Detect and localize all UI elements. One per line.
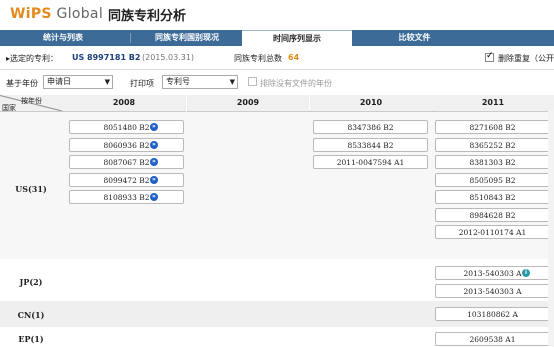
patent-entry[interactable]: 8271608 B2 — [435, 120, 550, 134]
print-item-label: 打印项 — [130, 79, 154, 88]
tab-time-series[interactable]: 时间序列显示 — [242, 30, 352, 46]
patent-entry[interactable]: 103180862 A — [435, 307, 550, 321]
selected-patent-bar: ▸选定的专利： US 8997181 B2 (2015.03.31) 同族专利总… — [0, 47, 554, 70]
year-basis-select[interactable]: 申请日 ▼ — [43, 75, 113, 89]
patent-number: 8510843 B2 — [469, 193, 516, 202]
patent-number: 2013-540303 A — [463, 269, 522, 278]
print-item-select[interactable]: 专利号 ▼ — [162, 75, 238, 89]
vertical-scrollbar[interactable] — [548, 111, 554, 347]
patent-entry[interactable]: 8533844 B2 — [313, 138, 428, 152]
wips-logo: WiPS Global — [10, 6, 103, 22]
patent-number: 8108933 B2 — [103, 193, 150, 202]
print-item-value: 专利号 — [166, 77, 190, 86]
patent-number: 2609538 A1 — [469, 335, 516, 344]
patent-entry[interactable]: 8347386 B2 — [313, 120, 428, 134]
logo-prefix: WiPS — [10, 6, 52, 22]
patent-number: 8087067 B2 — [103, 158, 150, 167]
tab-separator — [130, 33, 131, 43]
time-series-grid: 按年份 国家 2008 2009 2010 2011 US(31) JP(2) … — [0, 95, 554, 347]
patent-entry[interactable]: 8087067 B2 — [69, 155, 184, 169]
patent-number: 8381303 B2 — [469, 158, 516, 167]
dedupe-checkbox[interactable] — [485, 51, 494, 62]
family-total-label: 同族专利总数 — [234, 54, 282, 63]
link-arrow-icon[interactable]: » — [150, 158, 158, 166]
patent-entry[interactable]: 8099472 B2 — [69, 173, 184, 187]
patent-number: 8051480 B2 — [103, 123, 150, 132]
tab-family-country[interactable]: 同族专利国别现况 — [132, 30, 242, 46]
patent-entry[interactable]: 8060936 B2 — [69, 138, 184, 152]
year-basis-label: 基于年份 — [6, 79, 38, 88]
patent-entry[interactable]: 8505095 B2 — [435, 173, 550, 187]
family-total-count: 64 — [288, 53, 300, 62]
patent-entry[interactable]: 8108933 B2 — [69, 190, 184, 204]
selected-patent-date: (2015.03.31) — [142, 53, 195, 62]
link-arrow-icon[interactable]: » — [150, 123, 158, 131]
grid-corner: 按年份 国家 — [0, 95, 62, 112]
year-basis-value: 申请日 — [47, 77, 71, 86]
patent-entry[interactable]: 8984628 B2 — [435, 208, 550, 222]
year-header-2011: 2011 — [432, 95, 554, 112]
filter-bar: 基于年份 申请日 ▼ 打印项 专利号 ▼ 排除没有文件的年份 — [0, 70, 554, 94]
patent-entry[interactable]: 2609538 A1 — [435, 332, 550, 346]
patent-number: 8533844 B2 — [347, 141, 394, 150]
exclude-empty-years-checkbox[interactable] — [248, 77, 257, 86]
page-title: 同族专利分析 — [108, 9, 187, 24]
row-label-us: US(31) — [15, 184, 47, 194]
link-arrow-icon[interactable]: » — [150, 176, 158, 184]
chevron-down-icon: ▼ — [104, 78, 110, 86]
corner-year-label: 按年份 — [21, 97, 42, 105]
patent-number: 2011-0047594 A1 — [336, 158, 405, 167]
patent-entry[interactable]: 8381303 B2 — [435, 155, 550, 169]
year-header-2009: 2009 — [187, 95, 309, 112]
row-label-jp: JP(2) — [19, 277, 43, 287]
exclude-empty-years-label: 排除没有文件的年份 — [260, 79, 332, 88]
app-header: WiPS Global 同族专利分析 — [0, 0, 554, 30]
dedupe-label: 删除重复（公开 — [498, 54, 554, 63]
patent-entry[interactable]: 2011-0047594 A1 — [313, 155, 428, 169]
patent-number: 8060936 B2 — [103, 141, 150, 150]
patent-number: 8347386 B2 — [347, 123, 394, 132]
patent-entry[interactable]: 8051480 B2 — [69, 120, 184, 134]
patent-number: 8271608 B2 — [469, 123, 516, 132]
patent-number: 8099472 B2 — [103, 176, 150, 185]
link-arrow-icon[interactable]: » — [150, 193, 158, 201]
row-label-cn: CN(1) — [17, 310, 45, 320]
patent-number: 2012-0110174 A1 — [458, 228, 527, 237]
tab-compare-files[interactable]: 比较文件 — [352, 30, 477, 46]
selected-patent-number[interactable]: US 8997181 B2 — [72, 53, 140, 62]
patent-entry[interactable]: 2013-540303 A — [435, 284, 550, 298]
patent-entry[interactable]: 8510843 B2 — [435, 190, 550, 204]
patent-number: 8984628 B2 — [469, 211, 516, 220]
patent-entry[interactable]: 2013-540303 A — [435, 266, 550, 280]
info-icon[interactable]: i — [522, 269, 530, 277]
patent-number: 8365252 B2 — [469, 141, 516, 150]
patent-number: 2013-540303 A — [463, 287, 522, 296]
tab-bar: 统计与列表 同族专利国别现况 时间序列显示 比较文件 — [0, 30, 554, 46]
patent-number: 8505095 B2 — [469, 176, 516, 185]
patent-number: 103180862 A — [467, 310, 518, 319]
logo-suffix: Global — [51, 6, 104, 22]
patent-entry[interactable]: 2012-0110174 A1 — [435, 225, 550, 239]
row-label-ep: EP(1) — [18, 334, 44, 344]
link-arrow-icon[interactable]: » — [150, 141, 158, 149]
year-header-2008: 2008 — [62, 95, 186, 112]
chevron-down-icon: ▼ — [229, 78, 235, 86]
tab-statistics-list[interactable]: 统计与列表 — [8, 30, 118, 46]
patent-entry[interactable]: 8365252 B2 — [435, 138, 550, 152]
corner-country-label: 国家 — [2, 104, 16, 112]
year-header-2010: 2010 — [310, 95, 432, 112]
selected-patent-label: ▸选定的专利： — [6, 54, 59, 63]
